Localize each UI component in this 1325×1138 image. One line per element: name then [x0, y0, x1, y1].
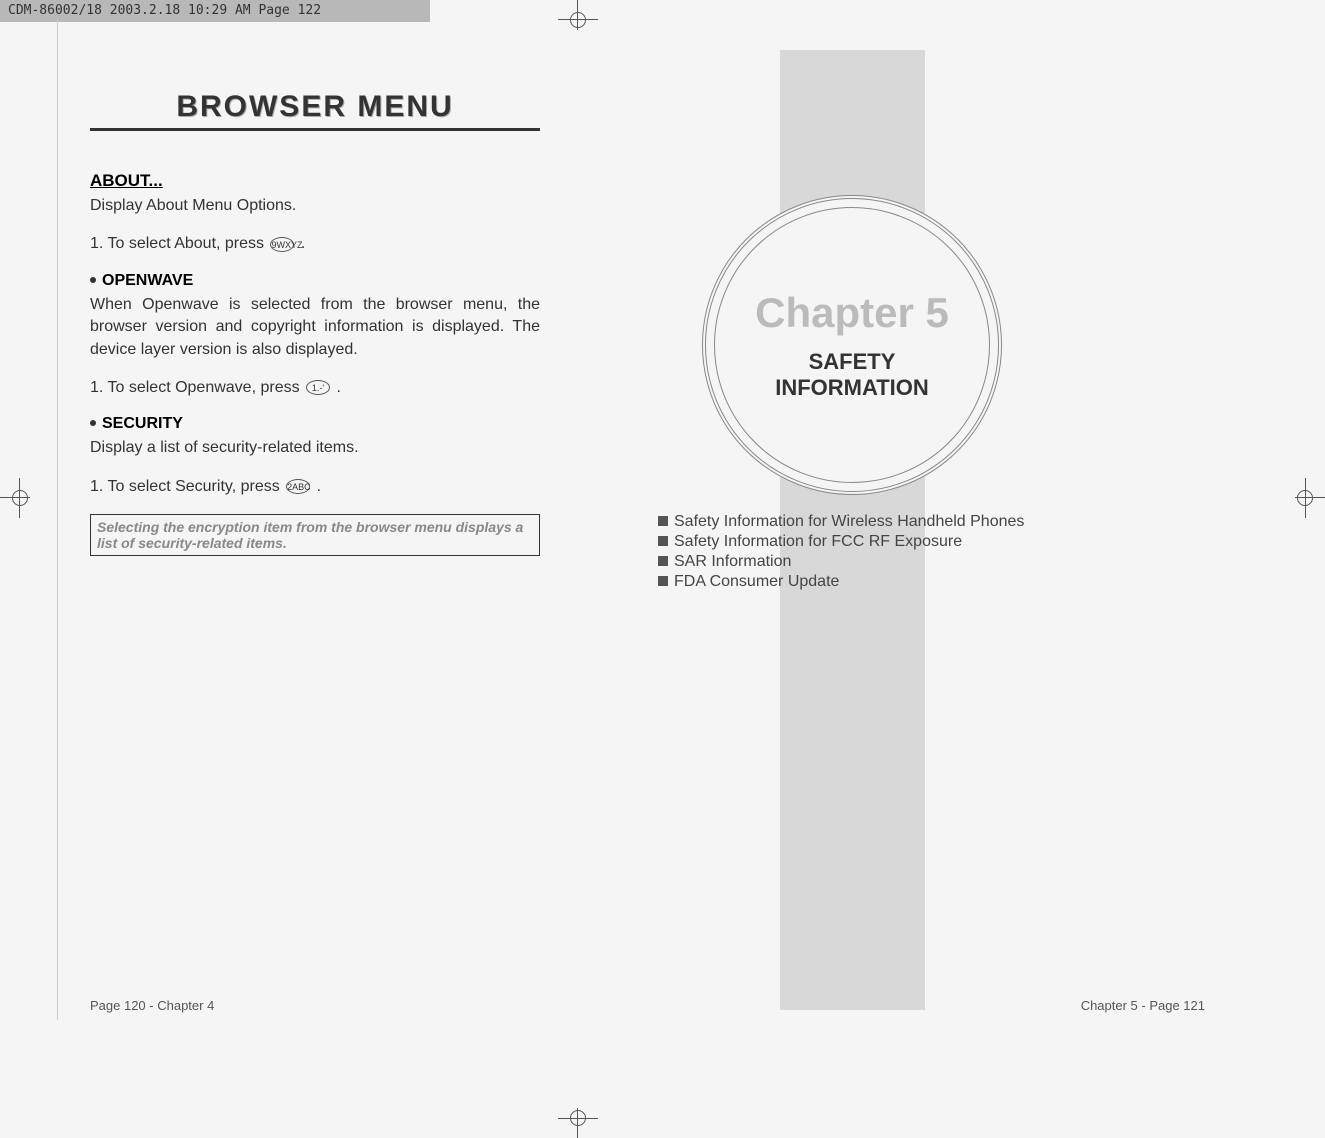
openwave-step-text: 1. To select Openwave, press — [90, 379, 304, 396]
square-bullet-icon — [658, 516, 668, 526]
crop-mark-top-icon — [558, 0, 598, 40]
security-heading-text: SECURITY — [102, 415, 183, 432]
square-bullet-icon — [658, 576, 668, 586]
key-2-icon: 2ABC — [286, 479, 310, 494]
toc-item: SAR Information — [658, 553, 1024, 571]
page-title: BROWSER MENU — [90, 90, 540, 124]
title-underline — [90, 128, 540, 131]
key-9-icon: 9WXYZ — [270, 237, 294, 252]
about-desc: Display About Menu Options. — [90, 195, 540, 217]
crop-mark-left-icon — [0, 478, 40, 518]
left-page: BROWSER MENU ABOUT... Display About Menu… — [90, 90, 540, 556]
toc-item: FDA Consumer Update — [658, 573, 1024, 591]
bullet-icon — [90, 277, 96, 283]
square-bullet-icon — [658, 556, 668, 566]
security-desc: Display a list of security-related items… — [90, 437, 540, 459]
bullet-icon — [90, 420, 96, 426]
callout-box: Selecting the encryption item from the b… — [90, 514, 540, 556]
toc-item-label: SAR Information — [674, 553, 791, 570]
key-1-icon: 1.-' — [306, 380, 330, 395]
toc-item-label: Safety Information for Wireless Handheld… — [674, 513, 1024, 530]
fold-line — [57, 20, 58, 1020]
toc-item: Safety Information for Wireless Handheld… — [658, 513, 1024, 531]
print-header-strip: CDM-86002/18 2003.2.18 10:29 AM Page 122 — [0, 0, 430, 22]
crop-mark-bottom-icon — [558, 1098, 598, 1138]
openwave-step: 1. To select Openwave, press 1.-' . — [90, 377, 540, 399]
crop-mark-right-icon — [1285, 478, 1325, 518]
openwave-heading-text: OPENWAVE — [102, 272, 193, 289]
security-step-text: 1. To select Security, press — [90, 478, 284, 495]
toc-item: Safety Information for FCC RF Exposure — [658, 533, 1024, 551]
security-heading: SECURITY — [90, 415, 540, 433]
chapter-circle: Chapter 5 SAFETY INFORMATION — [702, 195, 1002, 495]
toc-list: Safety Information for Wireless Handheld… — [658, 513, 1024, 593]
openwave-heading: OPENWAVE — [90, 272, 540, 290]
toc-item-label: Safety Information for FCC RF Exposure — [674, 533, 962, 550]
square-bullet-icon — [658, 536, 668, 546]
security-step: 1. To select Security, press 2ABC . — [90, 476, 540, 498]
openwave-desc: When Openwave is selected from the brows… — [90, 294, 540, 361]
toc-item-label: FDA Consumer Update — [674, 573, 839, 590]
footer-left: Page 120 - Chapter 4 — [90, 998, 214, 1013]
footer-right: Chapter 5 - Page 121 — [1081, 998, 1205, 1013]
about-step-text: 1. To select About, press — [90, 235, 268, 252]
about-step: 1. To select About, press 9WXYZ . — [90, 233, 540, 255]
about-heading: ABOUT... — [90, 171, 540, 191]
